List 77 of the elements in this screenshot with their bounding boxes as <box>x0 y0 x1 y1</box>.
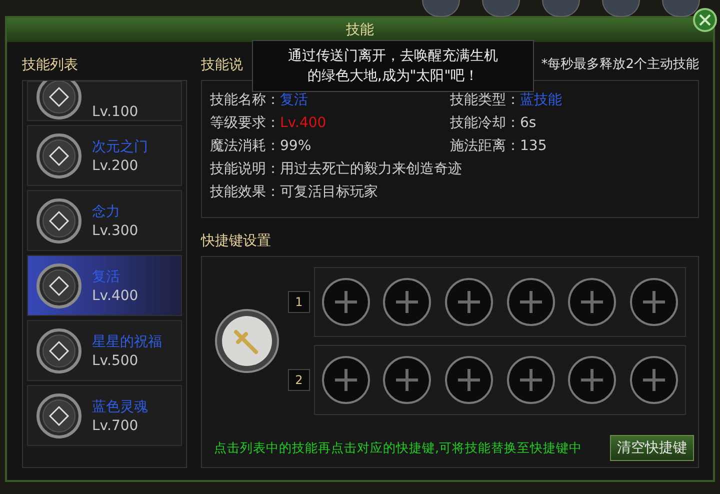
close-button[interactable] <box>693 8 717 32</box>
add-slot-button[interactable] <box>383 356 432 404</box>
field-label: 技能类型： <box>450 92 520 108</box>
round-icon[interactable] <box>662 0 700 17</box>
sword-icon <box>214 308 280 374</box>
field-label: 施法距离： <box>450 138 520 154</box>
plus-icon <box>642 368 666 392</box>
skill-name: 蓝色灵魂 <box>92 398 148 416</box>
field-value: 用过去死亡的毅力来创造奇迹 <box>280 161 462 177</box>
skill-icon <box>36 392 82 438</box>
clear-shortcuts-button[interactable]: 清空快捷键 <box>610 435 694 461</box>
skill-level: Lv.300 <box>92 222 138 238</box>
section-title: 技能列表 <box>22 56 79 75</box>
add-slot-button[interactable] <box>322 356 370 404</box>
add-slot-button[interactable] <box>383 278 432 326</box>
plus-icon <box>580 368 604 392</box>
section-title: 技能说 <box>201 56 243 75</box>
add-slot-button[interactable] <box>506 356 555 404</box>
skill-level: Lv.200 <box>92 158 140 174</box>
add-slot-button[interactable] <box>445 278 494 326</box>
section-title: 快捷键设置 <box>201 232 272 251</box>
skill-limit-note: *每秒最多释放2个主动技能 <box>541 56 699 74</box>
skill-name: 次元之门 <box>92 138 148 156</box>
plus-icon <box>642 290 666 314</box>
field-label: 技能效果： <box>210 184 280 200</box>
field-label: 技能说明： <box>210 161 280 177</box>
field-value: 蓝技能 <box>520 92 562 108</box>
plus-icon <box>518 290 543 314</box>
skill-icon <box>36 328 82 374</box>
add-slot-button[interactable] <box>630 356 678 404</box>
hint-text: 点击列表中的技能再点击对应的快捷键,可将技能替换至快捷键中 <box>214 440 582 456</box>
field-label: 技能名称： <box>210 92 280 108</box>
close-icon <box>698 13 712 27</box>
skill-name: 复活 <box>92 268 121 286</box>
skill-level: Lv.100 <box>92 104 138 120</box>
skill-list-item[interactable]: 复活 Lv.400 <box>27 255 182 316</box>
tooltip-text: 通过传送门离开，去唤醒充满生机 <box>288 47 498 65</box>
field-label: 魔法消耗： <box>210 138 280 154</box>
plus-icon <box>395 368 420 392</box>
add-slot-button[interactable] <box>322 278 370 326</box>
plus-icon <box>395 290 420 314</box>
skill-icon <box>36 198 82 244</box>
skill-list-item[interactable]: 念力 Lv.300 <box>27 190 182 251</box>
tooltip-text: 的绿色大地,成为"太阳"吧！ <box>307 67 479 85</box>
plus-icon <box>334 368 358 392</box>
add-slot-button[interactable] <box>445 356 494 404</box>
plus-icon <box>334 290 358 314</box>
row-number: 1 <box>288 291 310 313</box>
field-value: 可复活目标玩家 <box>280 184 378 200</box>
add-slot-button[interactable] <box>568 356 616 404</box>
skill-list-item[interactable]: 蓝色灵魂 Lv.700 <box>27 385 182 446</box>
plus-icon <box>580 290 604 314</box>
skill-level: Lv.700 <box>92 418 140 434</box>
skill-icon <box>36 132 82 178</box>
field-label: 技能冷却： <box>450 115 520 131</box>
add-slot-button[interactable] <box>568 278 616 326</box>
skill-list-item[interactable]: 次元之门 Lv.200 <box>27 125 182 186</box>
field-value: 6s <box>520 115 536 131</box>
skill-name: 念力 <box>92 202 121 220</box>
plus-icon <box>518 368 543 392</box>
skill-level: Lv.500 <box>92 352 140 368</box>
plus-icon <box>457 290 482 314</box>
plus-icon <box>457 368 482 392</box>
skill-list-item[interactable]: 星星的祝福 Lv.500 <box>27 320 182 381</box>
skill-name: 星星的祝福 <box>92 332 162 350</box>
window-title: 技能 <box>346 21 374 39</box>
skill-level: Lv.400 <box>92 288 138 304</box>
skill-icon <box>36 262 82 308</box>
field-value: 复活 <box>280 92 308 108</box>
row-number: 2 <box>288 369 310 391</box>
add-slot-button[interactable] <box>506 278 555 326</box>
field-value: 135 <box>520 138 547 154</box>
add-slot-button[interactable] <box>630 278 678 326</box>
field-label: 等级要求： <box>210 115 280 131</box>
field-value: Lv.400 <box>280 115 326 131</box>
skill-list-item[interactable]: Lv.100 <box>27 81 182 121</box>
field-value: 99% <box>280 138 312 154</box>
